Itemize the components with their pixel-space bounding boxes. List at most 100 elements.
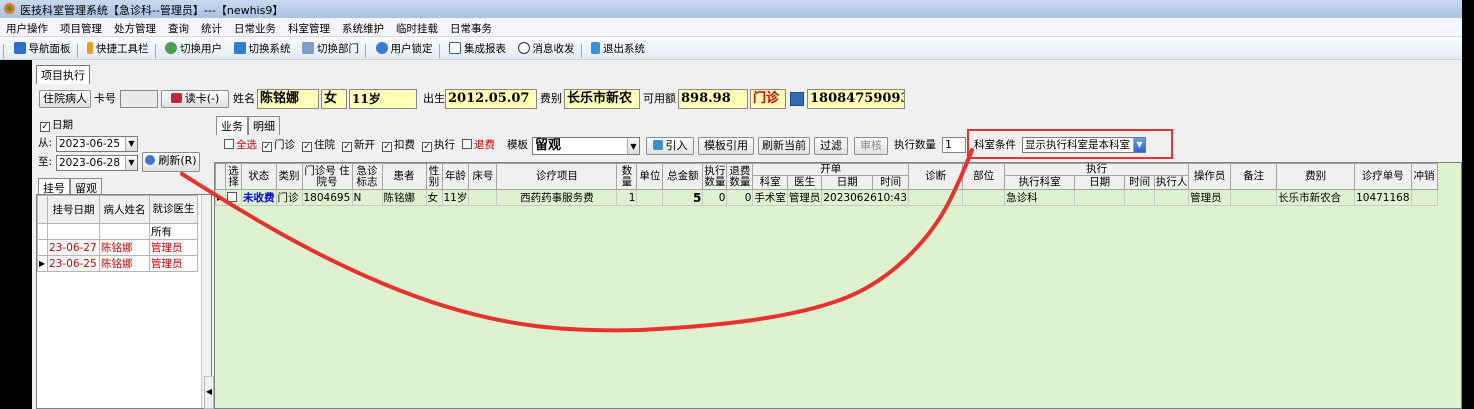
cell-item[interactable]: 西药药事服务费 [496, 189, 618, 206]
table-row[interactable]: ▶ 23-06-25 陈铭娜 管理员 [37, 255, 198, 272]
chevron-down-icon[interactable]: ▼ [125, 137, 137, 151]
col-order-doctor[interactable]: 医生 [786, 175, 823, 190]
cell-treat-no[interactable]: 10471168 [1354, 189, 1412, 206]
col-exec-time[interactable]: 时间 [1124, 175, 1156, 190]
cell-operator[interactable]: 管理员 [1188, 189, 1232, 206]
select-all-checkbox[interactable]: 全选 [224, 136, 257, 154]
outpatient-checkbox[interactable]: ✓ 门诊 [262, 136, 295, 154]
navigation-panel-button[interactable]: 导航面板 [10, 37, 75, 59]
inpatient-button[interactable]: 住院病人 [39, 90, 91, 108]
cell-unit[interactable] [636, 189, 664, 206]
tab-business[interactable]: 业务 [216, 116, 248, 135]
chevron-down-icon[interactable]: ▼ [125, 156, 137, 170]
execute-checkbox[interactable]: ✓ 执行 [422, 136, 455, 154]
cell-site[interactable] [962, 189, 1006, 206]
menu-item-statistics[interactable]: 统计 [195, 18, 228, 36]
col-visit-no[interactable]: 门诊号 住院号 [301, 163, 353, 190]
col-remark[interactable]: 备注 [1230, 163, 1278, 190]
cell[interactable] [99, 223, 150, 240]
cell-exec-dept[interactable]: 急诊科 [1004, 189, 1076, 206]
scroll-left-arrow-icon[interactable]: ◀ [204, 376, 214, 409]
cell-diagnosis[interactable] [908, 189, 964, 206]
col-qty[interactable]: 数量 [616, 163, 638, 190]
cell-executor[interactable] [1154, 189, 1190, 206]
col-patient[interactable]: 患者 [381, 163, 427, 190]
col-order-dept[interactable]: 科室 [752, 175, 788, 190]
exec-qty-input[interactable]: 1 [942, 137, 966, 153]
table-row[interactable]: ▶ 未收费 门诊 1804695 N 陈铭娜 女 11岁 西药药事服务费 1 5… [215, 189, 1438, 206]
cell-offset[interactable] [1410, 189, 1438, 206]
card-number-input[interactable] [120, 90, 158, 108]
new-issue-checkbox[interactable]: ✓ 新开 [342, 136, 375, 154]
filter-button[interactable]: 过滤 [814, 137, 848, 155]
col-bed[interactable]: 床号 [468, 163, 498, 190]
cell-order-datetime[interactable]: 2023062610:43 [821, 189, 910, 206]
cell-visit-no[interactable]: 1804695 [301, 189, 353, 206]
cell-category[interactable]: 门诊 [275, 189, 303, 206]
col-diagnosis[interactable]: 诊断 [908, 163, 964, 190]
menu-item-prescriptions[interactable]: 处方管理 [108, 18, 162, 36]
filter-row[interactable]: 所有 [37, 223, 198, 240]
menu-item-query[interactable]: 查询 [162, 18, 195, 36]
col-exec-dept[interactable]: 执行科室 [1004, 175, 1076, 190]
col-exec-qty[interactable]: 执行 数量 [702, 163, 728, 190]
col-emergency[interactable]: 急诊 标志 [351, 163, 383, 190]
switch-system-button[interactable]: 切换系统 [230, 37, 295, 59]
cell-bed[interactable] [468, 189, 498, 206]
switch-user-button[interactable]: 切换用户 [161, 37, 226, 59]
col-status[interactable]: 状态 [241, 163, 277, 190]
col-offset[interactable]: 冲销 [1410, 163, 1438, 190]
to-date-picker[interactable]: 2023-06-28 ▼ [56, 155, 138, 171]
col-fee-type[interactable]: 费别 [1276, 163, 1356, 190]
menu-item-daily-affairs[interactable]: 日常事务 [444, 18, 498, 36]
cell-fee-type[interactable]: 长乐市新农合 [1276, 189, 1356, 206]
col-reg-date[interactable]: 挂号日期 [47, 195, 100, 224]
cell-remark[interactable] [1230, 189, 1278, 206]
col-age[interactable]: 年龄 [441, 163, 470, 190]
switch-department-button[interactable]: 切换部门 [298, 37, 363, 59]
cell-exec-date[interactable] [1074, 189, 1126, 206]
cell-total[interactable]: 5 [662, 189, 704, 206]
col-total[interactable]: 总金额 [662, 163, 704, 190]
template-select[interactable]: 留观 ▼ [532, 137, 640, 155]
cell-qty[interactable]: 1 [616, 189, 638, 206]
date-filter-checkbox[interactable]: ✓ 日期 [40, 116, 73, 134]
read-card-button[interactable]: 读卡(-) [161, 90, 229, 108]
exit-button[interactable]: 退出系统 [587, 37, 649, 59]
cell-refund-qty[interactable]: 0 [726, 189, 754, 206]
cell-patient[interactable]: 陈铭娜 [381, 189, 427, 206]
user-lock-button[interactable]: 用户锁定 [372, 37, 437, 59]
tab-detail[interactable]: 明细 [248, 116, 280, 135]
inpatient-checkbox[interactable]: ✓ 住院 [302, 136, 335, 154]
col-operator[interactable]: 操作员 [1188, 163, 1232, 190]
cell-age[interactable]: 11岁 [441, 189, 470, 206]
menu-item-projects[interactable]: 项目管理 [54, 18, 108, 36]
cell[interactable]: 所有 [149, 223, 198, 240]
col-executor[interactable]: 执行人 [1154, 175, 1190, 190]
col-order-time[interactable]: 时间 [872, 175, 910, 190]
col-order-date[interactable]: 日期 [821, 175, 874, 190]
message-button[interactable]: 消息收发 [514, 37, 579, 59]
report-button[interactable]: 集成报表 [445, 37, 510, 59]
row-select-checkbox[interactable] [225, 189, 242, 206]
cell-order-doctor[interactable]: 管理员 [786, 189, 823, 206]
chevron-down-icon[interactable]: ▼ [627, 138, 639, 154]
tab-project-execution[interactable]: 项目执行 [36, 65, 90, 84]
col-refund-qty[interactable]: 退费 数量 [726, 163, 754, 190]
cell-exec-time[interactable] [1124, 189, 1156, 206]
import-button[interactable]: 引入 [646, 137, 694, 155]
template-ref-button[interactable]: 模板引用 [698, 137, 754, 155]
deduct-checkbox[interactable]: ✓ 扣费 [382, 136, 415, 154]
col-sex[interactable]: 性别 [425, 163, 443, 190]
refresh-current-button[interactable]: 刷新当前 [758, 137, 810, 155]
cell-sex[interactable]: 女 [425, 189, 443, 206]
col-category[interactable]: 类别 [275, 163, 303, 190]
refund-checkbox[interactable]: 退费 [462, 136, 495, 154]
review-button[interactable]: 审核 [854, 137, 888, 155]
col-select[interactable]: 选择 [225, 163, 242, 190]
cell-status[interactable]: 未收费 [241, 189, 277, 206]
col-unit[interactable]: 单位 [636, 163, 664, 190]
col-patient-name[interactable]: 病人姓名 [99, 195, 150, 224]
menu-item-temporary-mount[interactable]: 临时挂载 [390, 18, 444, 36]
cell-order-dept[interactable]: 手术室 [752, 189, 788, 206]
